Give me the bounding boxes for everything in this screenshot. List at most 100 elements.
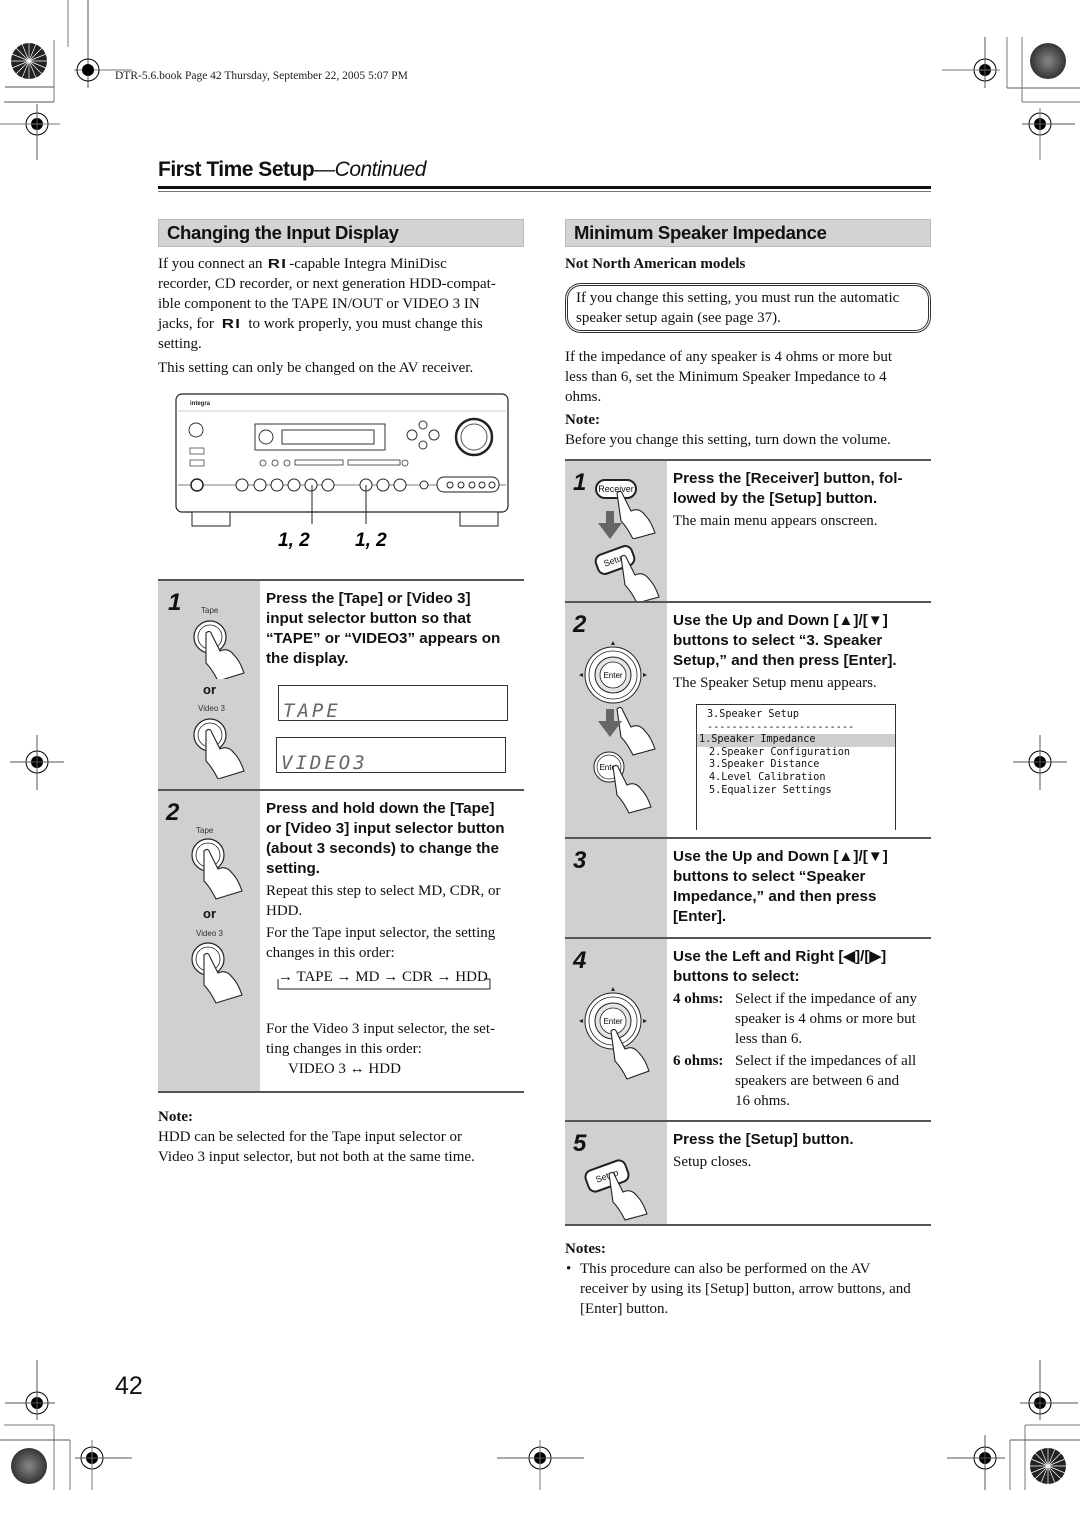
- display-readout-video3: VIDEO3: [276, 737, 506, 774]
- step-detail: For the Video 3 input selector, the set-…: [266, 1019, 528, 1079]
- press-hand-icon: [608, 1171, 648, 1221]
- callout-label: 1, 2: [355, 530, 387, 551]
- section-heading-speaker-impedance: Minimum Speaker Impedance: [565, 219, 931, 247]
- step-3-select-impedance: 3 Use the Up and Down [▲]/[▼] buttons to…: [565, 837, 931, 939]
- note-label: Note:: [565, 412, 600, 428]
- intro-text: setting.: [158, 336, 202, 352]
- instruction-line: lowed by the [Setup] button.: [673, 490, 878, 507]
- instruction-line: Setup,” and then press [Enter].: [673, 652, 897, 669]
- detail-line: For the Video 3 input selector, the set-: [266, 1021, 496, 1037]
- option-text: Select if the impedance of any: [735, 991, 918, 1007]
- step-number: 1: [573, 469, 587, 496]
- instruction-line: Use the Left and Right [◀]/[▶]: [673, 948, 887, 965]
- page-title-suffix: —Continued: [314, 158, 426, 181]
- notes-label: Notes:: [565, 1241, 606, 1257]
- page-number: 42: [115, 1372, 143, 1400]
- warning-box: If you change this setting, you must run…: [565, 283, 931, 333]
- svg-text:Enter: Enter: [603, 671, 622, 680]
- menu-item-speaker-distance[interactable]: 3.Speaker Distance: [707, 759, 885, 772]
- or-label: or: [203, 682, 216, 697]
- ri-logo-icon: RI: [268, 256, 288, 271]
- step-number: 5: [573, 1130, 587, 1157]
- step-instruction: Use the Left and Right [◀]/[▶] buttons t…: [673, 947, 931, 987]
- tape-button-press-icon: [191, 838, 243, 900]
- step-instruction: Use the Up and Down [▲]/[▼] buttons to s…: [673, 611, 933, 671]
- warning-text: speaker setup again (see page 37).: [576, 310, 781, 326]
- option-label: 6 ohms:: [673, 1053, 724, 1069]
- step-4-choose-ohms: 4 Enter Use the Left and Right [◀]/[▶] b…: [565, 937, 931, 1122]
- option-label: 4 ohms:: [673, 991, 724, 1007]
- bullet-icon: •: [566, 1261, 572, 1277]
- option-6-ohms: 6 ohms: Select if the impedances of all …: [673, 1051, 935, 1111]
- option-text: less than 6.: [735, 1031, 803, 1047]
- step-1-receiver-setup: 1 Receiver Setup Press the [Receiver] bu…: [565, 459, 931, 603]
- press-hand-icon: [610, 1028, 650, 1080]
- button-label-tape: Tape: [201, 606, 219, 615]
- menu-item-equalizer-settings[interactable]: 5.Equalizer Settings: [707, 785, 885, 798]
- left-note: Note: HDD can be selected for the Tape i…: [158, 1107, 528, 1167]
- instruction-line: Use the Up and Down [▲]/[▼]: [673, 848, 888, 865]
- detail-line: ting changes in this order:: [266, 1041, 422, 1057]
- header-rule-thin: [158, 191, 931, 192]
- starburst-mark: [11, 43, 47, 79]
- option-text: Select if the impedances of all: [735, 1053, 917, 1069]
- intro-text: ible component to the TAPE IN/OUT or VID…: [158, 296, 480, 312]
- step-instruction: Press the [Setup] button.: [673, 1131, 854, 1148]
- step-number: 3: [573, 847, 587, 874]
- down-arrow-icon: [598, 709, 622, 737]
- menu-item-speaker-configuration[interactable]: 2.Speaker Configuration: [707, 747, 885, 760]
- option-text: speaker is 4 ohms or more but: [735, 1011, 916, 1027]
- note-bullet-item: • This procedure can also be performed o…: [565, 1259, 935, 1319]
- intro-text: This setting can only be changed on the …: [158, 360, 474, 376]
- grey-disk-mark: [11, 1448, 47, 1484]
- intro-text: If the impedance of any speaker is 4 ohm…: [565, 349, 892, 365]
- detail-line: HDD.: [266, 903, 303, 919]
- receiver-brand-label: integra: [190, 401, 211, 407]
- note-label: Note:: [158, 1109, 193, 1125]
- right-notes: Notes: • This procedure can also be perf…: [565, 1239, 935, 1319]
- grey-disk-mark: [1030, 43, 1066, 79]
- sequence-loop-bracket: [277, 978, 491, 990]
- intro-text: -capable Integra MiniDisc: [289, 256, 447, 272]
- note-text: HDD can be selected for the Tape input s…: [158, 1129, 462, 1145]
- note-text: Video 3 input selector, but not both at …: [158, 1149, 475, 1165]
- option-text: 16 ohms.: [735, 1093, 791, 1109]
- instruction-line: Use the Up and Down [▲]/[▼]: [673, 612, 888, 629]
- intro-text: recorder, CD recorder, or next generatio…: [158, 276, 496, 292]
- instruction-line: buttons to select “Speaker: [673, 868, 866, 885]
- step-instruction: Press the [Tape] or [Video 3] input sele…: [266, 589, 526, 669]
- instruction-line: [Enter].: [673, 908, 727, 925]
- step-2-speaker-setup: 2 Enter Enter Use the Up and Down [▲]/[▼…: [565, 601, 931, 838]
- instruction-line: buttons to select:: [673, 968, 800, 985]
- step-1-select-input: 1 Tape or Video 3 Press the [Tape] or [V…: [158, 579, 524, 791]
- callout-label: 1, 2: [278, 530, 310, 551]
- option-4-ohms: 4 ohms: Select if the impedance of any s…: [673, 989, 935, 1049]
- button-label-video3: Video 3: [198, 704, 225, 713]
- step-instruction: Press and hold down the [Tape] or [Video…: [266, 799, 528, 879]
- down-arrow-icon: [598, 511, 622, 539]
- page-title-main: First Time Setup: [158, 158, 315, 181]
- instruction-line: Press the [Tape] or [Video 3]: [266, 590, 471, 607]
- menu-item-speaker-impedance[interactable]: 1.Speaker Impedance: [697, 734, 895, 747]
- note-text: [Enter] button.: [580, 1301, 669, 1317]
- step-detail: Repeat this step to select MD, CDR, or H…: [266, 881, 528, 963]
- step-instruction: Use the Up and Down [▲]/[▼] buttons to s…: [673, 847, 931, 927]
- instruction-line: or [Video 3] input selector button: [266, 820, 505, 837]
- section-heading-input-display: Changing the Input Display: [158, 219, 524, 247]
- video3-button-press-icon: [193, 718, 245, 779]
- step-number: 4: [573, 947, 587, 974]
- instruction-line: Impedance,” and then press: [673, 888, 877, 905]
- video3-button-press-icon: [191, 942, 243, 1004]
- menu-item-level-calibration[interactable]: 4.Level Calibration: [707, 772, 885, 785]
- note-text: This procedure can also be performed on …: [580, 1261, 871, 1277]
- impedance-intro: If the impedance of any speaker is 4 ohm…: [565, 347, 935, 450]
- intro-text: to work properly, you must change this: [248, 316, 483, 332]
- intro-text: If you connect an: [158, 256, 263, 272]
- step-number: 2: [573, 611, 587, 638]
- step-instruction: Press the [Receiver] button, fol- lowed …: [673, 469, 931, 509]
- or-label: or: [203, 906, 216, 921]
- video3-sequence: VIDEO 3 ↔ HDD: [288, 1061, 401, 1077]
- step-number: 2: [166, 799, 180, 826]
- input-display-intro: If you connect an RI -capable Integra Min…: [158, 254, 528, 378]
- menu-divider: ------------------------: [707, 721, 855, 733]
